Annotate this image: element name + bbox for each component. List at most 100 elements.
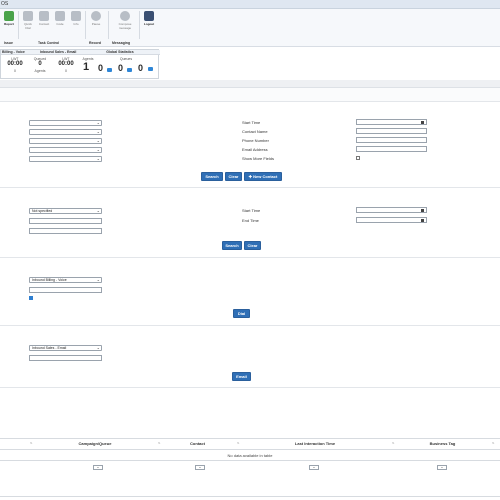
logout-label: Logout (143, 22, 155, 26)
contact-button[interactable]: Contact (38, 11, 50, 26)
global-statistics-header: Global Statistics (79, 50, 160, 55)
sort-icon[interactable]: ⇅ (492, 441, 495, 445)
filter-select-2[interactable]: ⌄ (29, 129, 102, 135)
group-task-control-label: Task Control (38, 41, 60, 45)
chevron-down-icon: ⌄ (96, 120, 100, 125)
lwt-sub-value-2: 0 (65, 69, 67, 73)
contact-label: Contact (38, 22, 50, 26)
dial-checkbox[interactable] (29, 296, 33, 300)
window-title: OS (1, 1, 9, 7)
info-button[interactable]: Info (70, 11, 82, 26)
lwt-value-2: 00:00 (58, 61, 74, 67)
calendar-icon[interactable] (421, 121, 424, 124)
info-label: Info (73, 22, 79, 26)
clear-button[interactable]: Clear (225, 172, 242, 181)
inbound-sales-email-header: Inbound Sales - Email (39, 50, 79, 55)
show-more-fields-checkbox[interactable] (356, 156, 360, 160)
chevron-down-icon: ⌄ (96, 138, 100, 143)
billing-voice-label: Billing - Voice (2, 50, 25, 54)
filter-select-1[interactable]: ⌄ (29, 120, 102, 126)
group-issue-label: Issue (4, 41, 13, 45)
dial-number-input[interactable] (29, 287, 102, 293)
search-button[interactable]: Search (201, 172, 223, 181)
phone-icon (107, 68, 112, 72)
history-type-select[interactable]: Not specified ⌄ (29, 208, 102, 214)
history-type-value: Not specified (32, 209, 53, 213)
dial-button[interactable]: Dial (233, 309, 250, 318)
calendar-icon[interactable] (421, 219, 424, 222)
chevron-down-icon: ⌄ (96, 208, 100, 213)
chevron-down-icon: ⌄ (96, 129, 100, 134)
group-messaging-label: Messaging (112, 41, 131, 45)
ribbon-divider (85, 11, 86, 39)
compose-message-button[interactable]: Compose message (115, 11, 135, 30)
chevron-down-icon: ⌄ (96, 277, 100, 282)
col-last-interaction-time[interactable]: Last Interaction Time (240, 441, 390, 446)
filter-business-tag-select[interactable]: ⌄ (437, 465, 447, 470)
statistics-panel: Billing - Voice Inbound Sales - Email Gl… (0, 49, 160, 79)
filter-campaign-select[interactable]: ⌄ (93, 465, 103, 470)
start-time-label: Start Time (242, 120, 261, 125)
filter-time-select[interactable]: ⌄ (309, 465, 319, 470)
table-top-border (0, 438, 500, 439)
code-icon (55, 11, 65, 21)
history-search-button[interactable]: Search (222, 241, 242, 250)
filter-contact-select[interactable]: ⌄ (195, 465, 205, 470)
history-clear-button[interactable]: Clear (244, 241, 261, 250)
history-start-time-label: Start Time (242, 208, 261, 213)
inbound-sales-email-label: Inbound Sales - Email (40, 50, 77, 54)
lwt-sub-value: 0 (14, 69, 16, 73)
filter-select-4[interactable]: ⌄ (29, 147, 102, 153)
email-queue-value: Inbound Sales - Email (32, 346, 67, 350)
lwt-value: 00:00 (7, 61, 23, 67)
contact-icon (39, 11, 49, 21)
quick-dial-label: Quick Dial (24, 22, 32, 30)
keypad-icon (23, 11, 33, 21)
billing-voice-header: Billing - Voice (1, 50, 39, 55)
play-icon (120, 11, 130, 21)
code-label: Code (56, 22, 64, 26)
code-button[interactable]: Code (54, 11, 66, 26)
phone-number-input[interactable] (356, 137, 427, 143)
history-start-time-input[interactable] (356, 207, 427, 213)
col-business-tag[interactable]: Business Tag (395, 441, 490, 446)
divider (0, 187, 500, 188)
start-time-input[interactable] (356, 119, 427, 125)
history-filter-input-2[interactable] (29, 228, 102, 234)
queue-voice-count: 0 (98, 63, 104, 73)
ribbon-divider (108, 11, 109, 39)
quick-dial-button[interactable]: Quick Dial (22, 11, 34, 30)
logout-button[interactable]: Logout (143, 11, 155, 26)
divider (0, 257, 500, 258)
col-contact[interactable]: Contact (160, 441, 235, 446)
chevron-down-icon: ⌄ (312, 465, 316, 469)
dial-queue-select[interactable]: Inbound Billing - Voice ⌄ (29, 277, 102, 283)
filter-select-5[interactable]: ⌄ (29, 156, 102, 162)
history-end-time-input[interactable] (356, 217, 427, 223)
email-address-input[interactable] (356, 146, 427, 152)
report-button[interactable]: Report (3, 11, 15, 26)
group-record-label: Record (89, 41, 102, 45)
history-end-time-label: End Time (242, 218, 259, 223)
calendar-icon[interactable] (421, 209, 424, 212)
new-contact-button[interactable]: ✚ New Contact (244, 172, 282, 181)
email-button[interactable]: Email (232, 372, 251, 381)
col-campaign-queue[interactable]: Campaign/Queue (40, 441, 150, 446)
table-empty-message: No data available in table (227, 453, 273, 458)
agents-label: Agents (34, 69, 46, 73)
email-queue-select[interactable]: Inbound Sales - Email ⌄ (29, 345, 102, 351)
dial-queue-value: Inbound Billing - Voice (32, 278, 67, 282)
filter-select-3[interactable]: ⌄ (29, 138, 102, 144)
email-address-field[interactable] (29, 355, 102, 361)
ribbon-divider (139, 11, 140, 39)
table-row-border (0, 460, 500, 461)
pause-button[interactable]: Pause (90, 11, 102, 26)
sort-icon[interactable]: ⇅ (30, 441, 33, 445)
history-filter-input-1[interactable] (29, 218, 102, 224)
pause-icon (91, 11, 101, 21)
report-label: Report (4, 22, 14, 26)
email-icon (127, 68, 132, 72)
contact-name-input[interactable] (356, 128, 427, 134)
info-icon (71, 11, 81, 21)
tab-strip (0, 80, 500, 88)
